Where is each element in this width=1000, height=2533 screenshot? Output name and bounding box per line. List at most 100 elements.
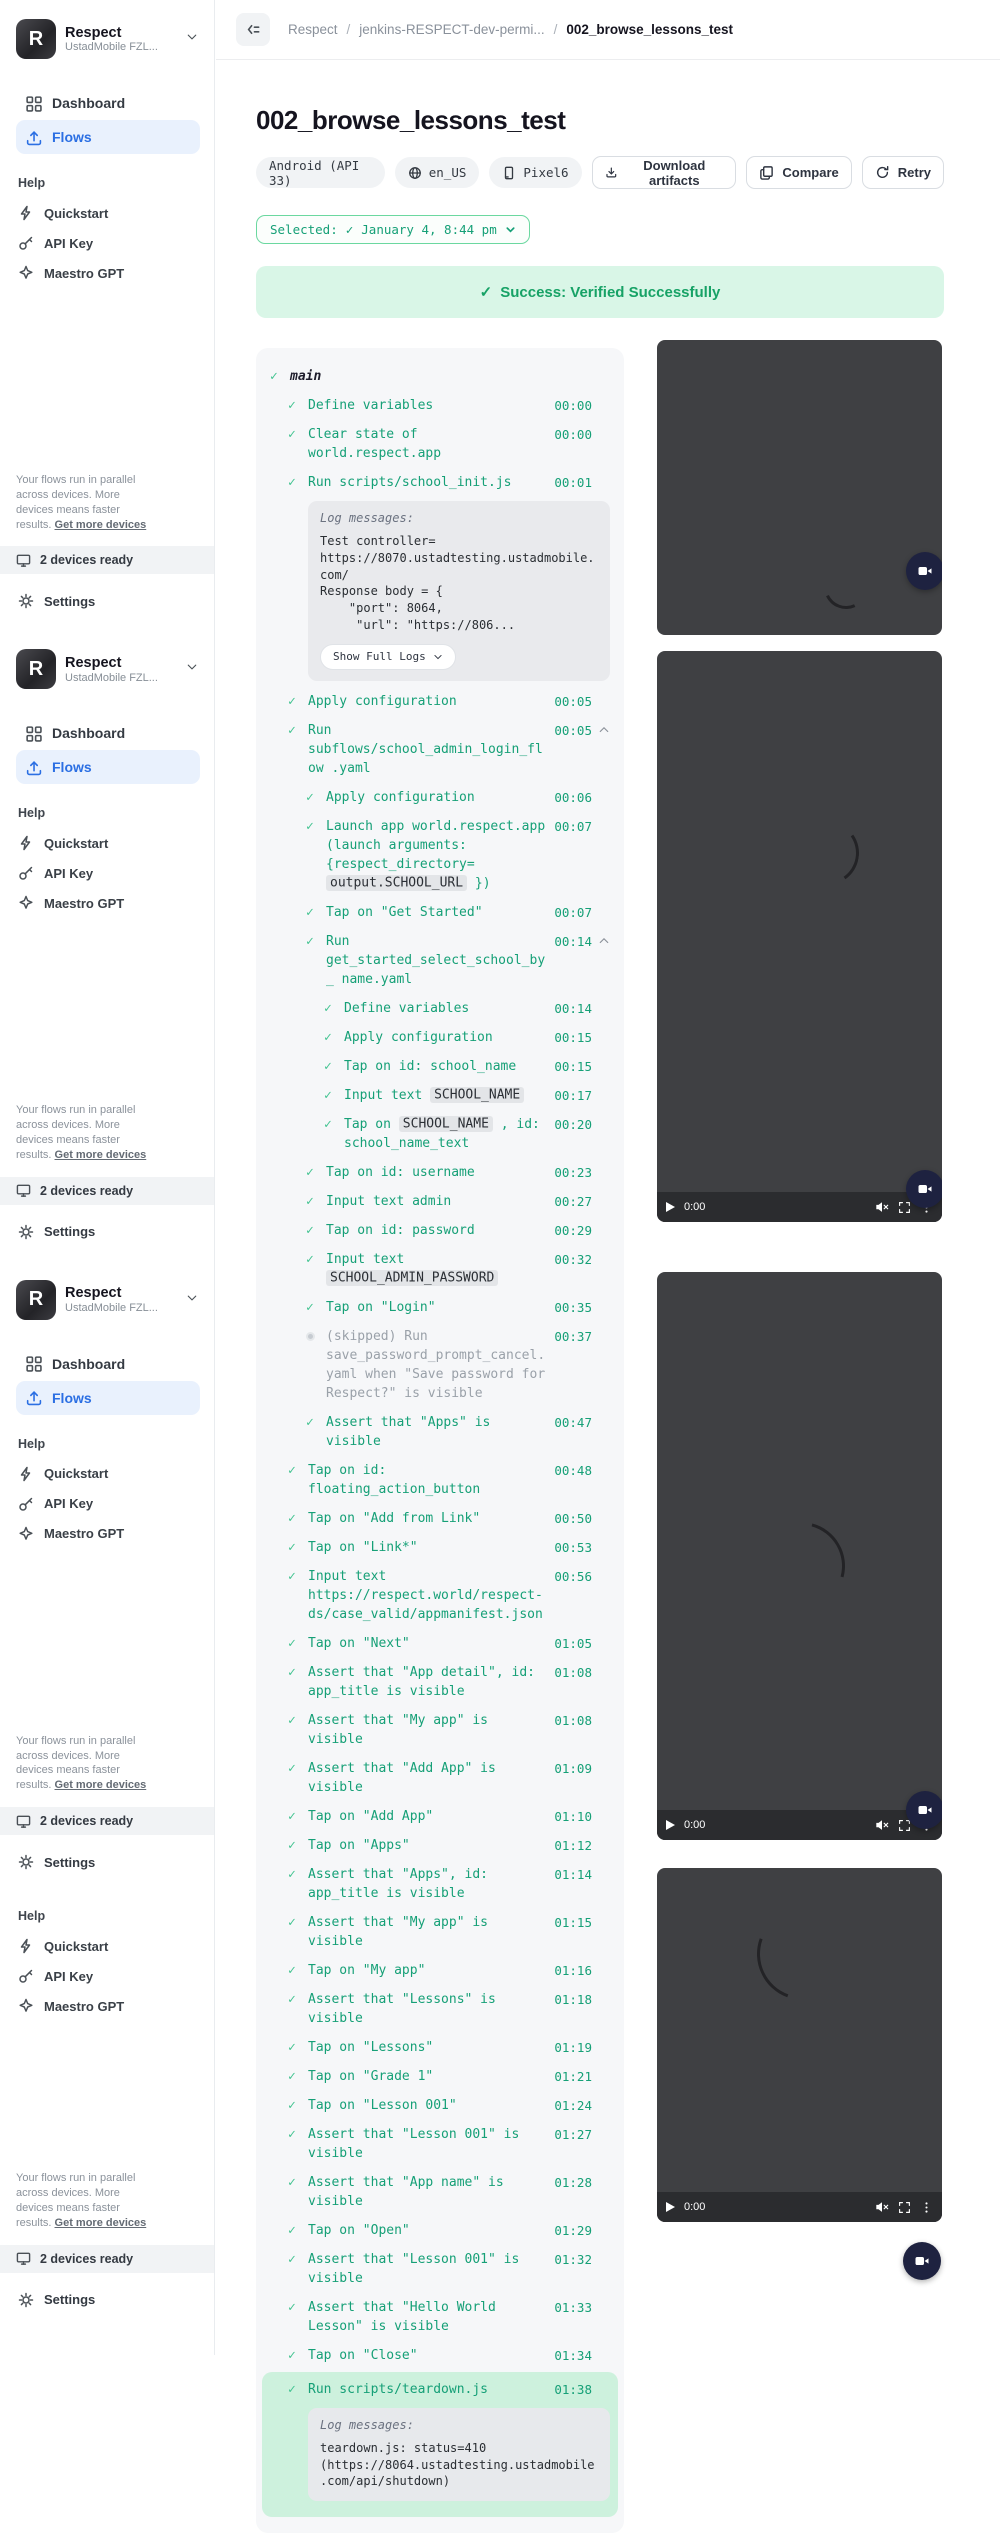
step-row[interactable]: ✓Tap on "Apps"01:12 [270,1831,610,1860]
play-button[interactable] [666,1820,675,1830]
sidebar-item-api-key[interactable]: API Key [16,858,200,888]
workspace-switcher[interactable]: RRespectUstadMobile FZL... [16,648,200,690]
sidebar-item-maestro-gpt[interactable]: Maestro GPT [16,1519,200,1549]
step-row[interactable]: ✓Tap on id: floating_action_button00:48 [270,1456,610,1504]
workspace-switcher[interactable]: RRespectUstadMobile FZL... [16,1279,200,1321]
screen-recording-button[interactable] [906,1170,942,1208]
play-button[interactable] [666,1202,675,1212]
step-row[interactable]: ✓Run subflows/school_admin_login_flow .y… [270,716,610,783]
step-row[interactable]: ✓Assert that "Hello World Lesson" is vis… [270,2293,610,2341]
step-row[interactable]: ✓Tap on "Lesson 001"01:24 [270,2091,610,2120]
devices-ready-row[interactable]: 2 devices ready [0,1807,214,1835]
step-row[interactable]: ✓Tap on id: username00:23 [270,1158,610,1187]
sidebar-item-quickstart[interactable]: Quickstart [16,1931,200,1961]
step-row[interactable]: ✓Tap on "Next"01:05 [270,1629,610,1658]
get-more-devices-link[interactable]: Get more devices [55,2217,147,2229]
mute-button[interactable] [875,1818,889,1832]
fullscreen-button[interactable] [898,2201,911,2214]
step-row[interactable]: ✓Assert that "My app" is visible01:15 [270,1908,610,1956]
step-row[interactable]: ✓Assert that "Apps", id: app_title is vi… [270,1860,610,1908]
sidebar-item-quickstart[interactable]: Quickstart [16,828,200,858]
step-row[interactable]: ✓Tap on "Grade 1"01:21 [270,2062,610,2091]
chevron-down-icon[interactable] [186,660,198,678]
sidebar-item-dashboard[interactable]: Dashboard [16,1347,200,1381]
step-row[interactable]: ✓Tap on "Link*"00:53 [270,1533,610,1562]
breadcrumb-project[interactable]: Respect [288,22,338,37]
get-more-devices-link[interactable]: Get more devices [55,1779,147,1791]
sidebar-item-dashboard[interactable]: Dashboard [16,86,200,120]
step-row[interactable]: ✓Input text https://respect.world/respec… [270,1562,610,1629]
step-row[interactable]: ✓Tap on "Add App"01:10 [270,1802,610,1831]
button-retry[interactable]: Retry [862,156,944,189]
button-download-artifacts[interactable]: Download artifacts [592,156,737,189]
sidebar-item-quickstart[interactable]: Quickstart [16,1459,200,1489]
step-row[interactable]: (skipped) Run save_password_prompt_cance… [270,1322,610,1408]
video-player[interactable]: 0:00 [657,1868,942,2222]
step-row[interactable]: ✓Apply configuration00:15 [270,1023,610,1052]
step-row[interactable]: ✓main [270,362,610,391]
step-row[interactable]: ✓Assert that "My app" is visible01:08 [270,1706,610,1754]
video-player[interactable]: 0:00 [657,1272,942,1840]
get-more-devices-link[interactable]: Get more devices [55,519,147,531]
fullscreen-button[interactable] [898,1201,911,1214]
sidebar-item-api-key[interactable]: API Key [16,1489,200,1519]
breadcrumb-run[interactable]: jenkins-RESPECT-dev-permi... [359,22,544,37]
step-row[interactable]: ✓Tap on "Add from Link"00:50 [270,1504,610,1533]
mute-button[interactable] [875,1200,889,1214]
step-row[interactable]: ✓Run get_started_select_school_by_ name.… [270,927,610,994]
sidebar-item-maestro-gpt[interactable]: Maestro GPT [16,258,200,288]
get-more-devices-link[interactable]: Get more devices [55,1149,147,1161]
screen-recording-button[interactable] [906,552,942,590]
sidebar-item-settings[interactable]: Settings [16,1219,200,1245]
step-row[interactable]: ✓Tap on "Login"00:35 [270,1293,610,1322]
step-row[interactable]: ✓Define variables00:14 [270,994,610,1023]
step-row[interactable]: ✓Tap on SCHOOL_NAME , id: school_name_te… [270,1110,610,1158]
step-row[interactable]: ✓Assert that "Add App" is visible01:09 [270,1754,610,1802]
button-compare[interactable]: Compare [746,156,851,189]
sidebar-item-maestro-gpt[interactable]: Maestro GPT [16,1991,200,2021]
show-full-logs-button[interactable]: Show Full Logs [320,644,456,670]
step-row[interactable]: ✓Tap on "Lessons"01:19 [270,2033,610,2062]
sidebar-item-api-key[interactable]: API Key [16,1961,200,1991]
step-row[interactable]: ✓Launch app world.respect.app (launch ar… [270,812,610,898]
sidebar-item-settings[interactable]: Settings [16,2287,200,2313]
step-row[interactable]: ✓Tap on "Close"01:34 [270,2341,610,2370]
sidebar-item-quickstart[interactable]: Quickstart [16,198,200,228]
devices-ready-row[interactable]: 2 devices ready [0,546,214,574]
chevron-down-icon[interactable] [186,30,198,48]
step-row[interactable]: ✓Apply configuration00:06 [270,783,610,812]
collapse-step-icon[interactable] [592,721,610,736]
sidebar-item-flows[interactable]: Flows [16,120,200,154]
step-row[interactable]: ✓Input text SCHOOL_NAME00:17 [270,1081,610,1110]
sidebar-item-settings[interactable]: Settings [16,1849,200,1875]
step-row[interactable]: ✓Assert that "Lesson 001" is visible01:2… [270,2120,610,2168]
screen-recording-button[interactable] [906,1791,942,1829]
step-row[interactable]: ✓Assert that "App name" is visible01:28 [270,2168,610,2216]
sidebar-item-settings[interactable]: Settings [16,588,200,614]
step-row[interactable]: ✓Input text admin00:27 [270,1187,610,1216]
sidebar-item-maestro-gpt[interactable]: Maestro GPT [16,888,200,918]
collapse-sidebar-button[interactable] [236,13,270,46]
sidebar-item-flows[interactable]: Flows [16,1381,200,1415]
step-row[interactable]: ✓Assert that "App detail", id: app_title… [270,1658,610,1706]
step-row[interactable]: ✓Assert that "Lessons" is visible01:18 [270,1985,610,2033]
step-row[interactable]: ✓Run scripts/school_init.js00:01 [270,468,610,497]
step-row[interactable]: ✓Tap on "My app"01:16 [270,1956,610,1985]
video-player[interactable]: 0:00 [657,651,942,1222]
step-row[interactable]: ✓Clear state of world.respect.app00:00 [270,420,610,468]
sidebar-item-flows[interactable]: Flows [16,750,200,784]
sidebar-item-api-key[interactable]: API Key [16,228,200,258]
chevron-down-icon[interactable] [186,1291,198,1309]
step-row[interactable]: ✓Tap on "Open"01:29 [270,2216,610,2245]
step-row[interactable]: ✓Tap on "Get Started"00:07 [270,898,610,927]
step-row[interactable]: ✓Run scripts/teardown.js01:38 [270,2375,610,2404]
devices-ready-row[interactable]: 2 devices ready [0,2245,214,2273]
mute-button[interactable] [875,2200,889,2214]
step-row[interactable]: ✓Tap on id: school_name00:15 [270,1052,610,1081]
workspace-switcher[interactable]: RRespectUstadMobile FZL... [16,18,200,60]
step-row[interactable]: ✓Tap on id: password00:29 [270,1216,610,1245]
step-row[interactable]: ✓Apply configuration00:05 [270,687,610,716]
step-row[interactable]: ✓Input text SCHOOL_ADMIN_PASSWORD00:32 [270,1245,610,1293]
kebab-menu-button[interactable] [920,2201,933,2214]
devices-ready-row[interactable]: 2 devices ready [0,1177,214,1205]
